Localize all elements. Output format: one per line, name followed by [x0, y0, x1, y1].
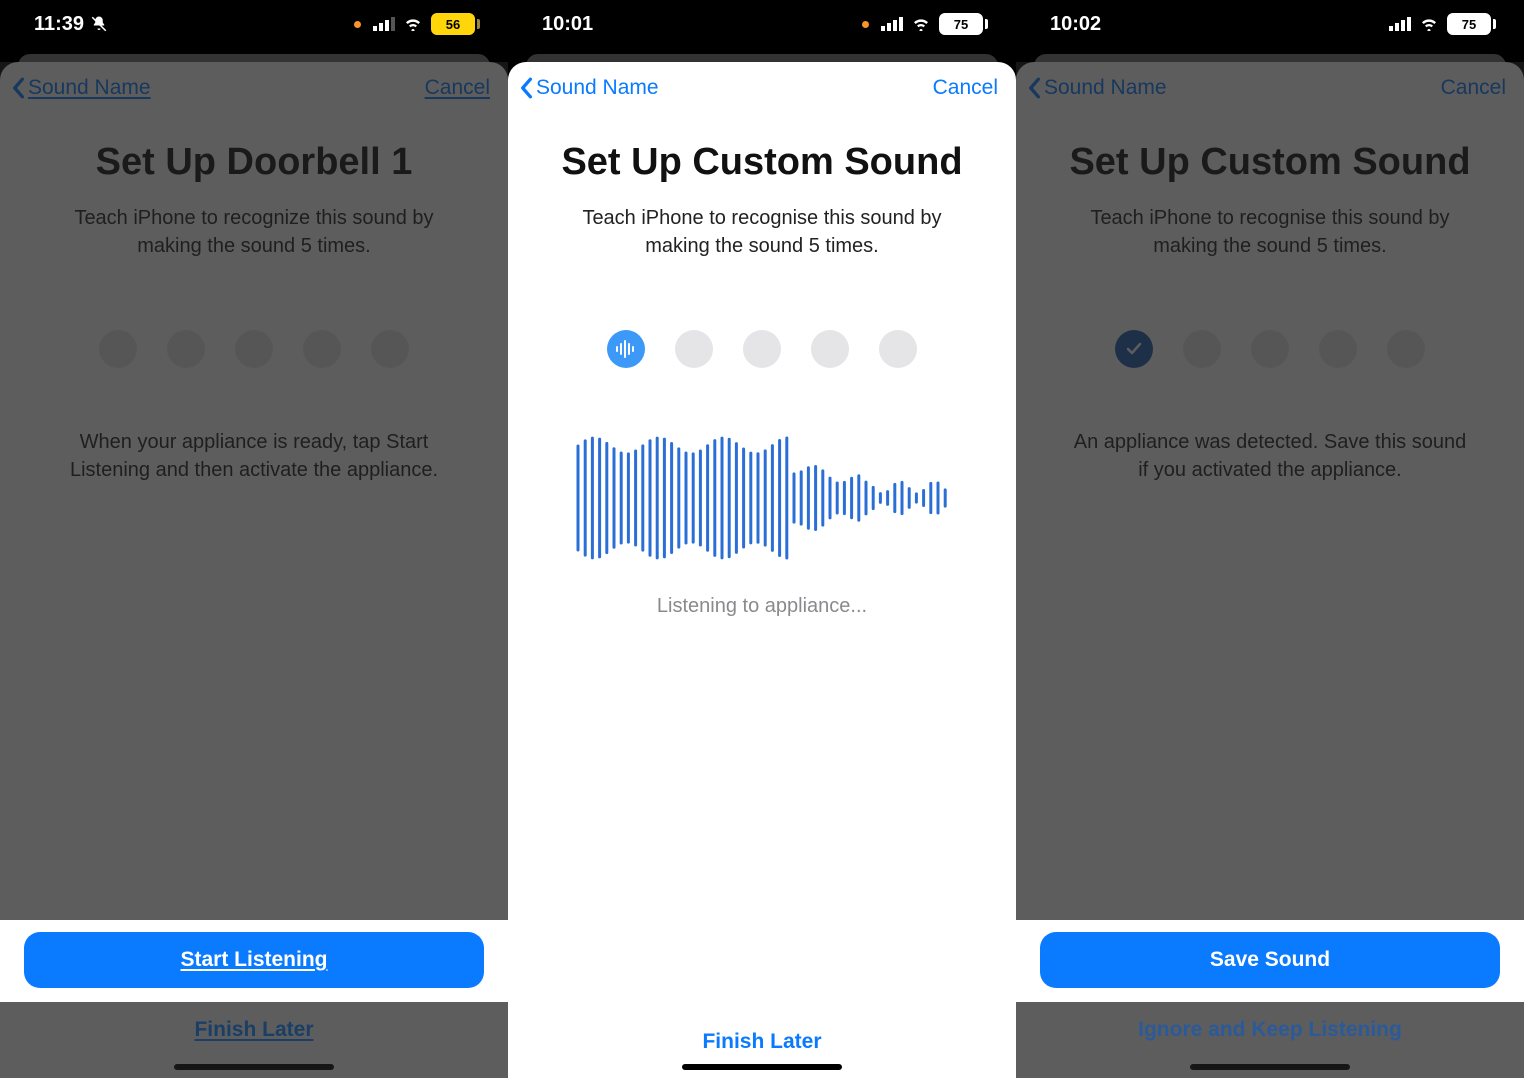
instruction-text: When your appliance is ready, tap Start … [54, 428, 454, 484]
battery-icon: 75 [939, 13, 988, 35]
progress-dots [607, 330, 917, 368]
progress-dots [99, 330, 409, 368]
back-label: Sound Name [536, 76, 659, 100]
progress-dot [1319, 330, 1357, 368]
status-bar: 10:02 75 [1016, 0, 1524, 48]
home-indicator [1190, 1064, 1350, 1070]
progress-dot [743, 330, 781, 368]
progress-dot-active [607, 330, 645, 368]
ignore-keep-listening-button[interactable]: Ignore and Keep Listening [1138, 1004, 1402, 1056]
modal-sheet: Sound Name Cancel Set Up Custom Sound Te… [508, 62, 1016, 1078]
cellular-icon [1389, 17, 1411, 31]
cellular-icon [373, 17, 395, 31]
detection-text: An appliance was detected. Save this sou… [1070, 428, 1470, 484]
page-subtitle: Teach iPhone to recognise this sound by … [572, 204, 952, 260]
back-label: Sound Name [28, 76, 151, 100]
wifi-icon [911, 17, 931, 31]
highlight-region: Start Listening [0, 920, 508, 1002]
progress-dot [1387, 330, 1425, 368]
home-indicator [174, 1064, 334, 1070]
cellular-icon [881, 17, 903, 31]
modal-sheet: Sound Name Cancel Set Up Doorbell 1 Teac… [0, 62, 508, 1078]
sound-wave-icon [615, 340, 637, 358]
status-bar: 11:39 56 [0, 0, 508, 48]
progress-dot [1251, 330, 1289, 368]
checkmark-icon [1124, 339, 1144, 359]
modal-sheet: Sound Name Cancel Set Up Custom Sound Te… [1016, 62, 1524, 1078]
back-button[interactable]: Sound Name [10, 76, 151, 100]
phone-screen-2: 10:01 75 Sound Name [508, 0, 1016, 1078]
page-title: Set Up Doorbell 1 [96, 140, 413, 186]
chevron-left-icon [518, 77, 534, 99]
battery-icon: 56 [431, 13, 480, 35]
finish-later-button[interactable]: Finish Later [194, 1004, 313, 1056]
progress-dot [675, 330, 713, 368]
wifi-icon [1419, 17, 1439, 31]
status-time: 10:02 [1050, 13, 1101, 36]
silent-bell-icon [90, 15, 108, 33]
back-button[interactable]: Sound Name [1026, 76, 1167, 100]
progress-dot-complete [1115, 330, 1153, 368]
phone-screen-1: 11:39 56 [0, 0, 508, 1078]
phone-screen-3: 10:02 75 Sound Name [1016, 0, 1524, 1078]
chevron-left-icon [10, 77, 26, 99]
back-button[interactable]: Sound Name [518, 76, 659, 100]
start-listening-button[interactable]: Start Listening [24, 932, 484, 988]
progress-dots [1115, 330, 1425, 368]
cancel-button[interactable]: Cancel [933, 76, 998, 100]
progress-dot [1183, 330, 1221, 368]
status-time: 11:39 [34, 13, 84, 36]
status-bar: 10:01 75 [508, 0, 1016, 48]
finish-later-button[interactable]: Finish Later [532, 1016, 992, 1068]
wifi-icon [403, 17, 423, 31]
cancel-button[interactable]: Cancel [425, 76, 490, 100]
page-subtitle: Teach iPhone to recognize this sound by … [64, 204, 444, 260]
listening-status: Listening to appliance... [657, 592, 867, 620]
status-time: 10:01 [542, 13, 593, 36]
page-title: Set Up Custom Sound [1069, 140, 1470, 186]
chevron-left-icon [1026, 77, 1042, 99]
home-indicator [682, 1064, 842, 1070]
progress-dot [235, 330, 273, 368]
progress-dot [811, 330, 849, 368]
page-title: Set Up Custom Sound [561, 140, 962, 186]
recording-dot-icon [354, 21, 361, 28]
audio-waveform [572, 428, 952, 568]
progress-dot [167, 330, 205, 368]
save-sound-button[interactable]: Save Sound [1040, 932, 1500, 988]
page-subtitle: Teach iPhone to recognise this sound by … [1080, 204, 1460, 260]
battery-icon: 75 [1447, 13, 1496, 35]
progress-dot [879, 330, 917, 368]
progress-dot [99, 330, 137, 368]
progress-dot [303, 330, 341, 368]
progress-dot [371, 330, 409, 368]
recording-dot-icon [862, 21, 869, 28]
back-label: Sound Name [1044, 76, 1167, 100]
cancel-button[interactable]: Cancel [1441, 76, 1506, 100]
highlight-region: Save Sound [1016, 920, 1524, 1002]
